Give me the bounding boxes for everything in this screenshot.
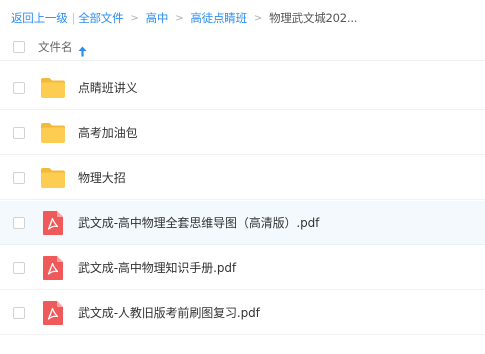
folder-icon	[40, 121, 66, 145]
file-name[interactable]: 高考加油包	[78, 124, 138, 141]
file-name[interactable]: 点睛班讲义	[78, 79, 138, 96]
file-row[interactable]: 武文成-人教旧版考前刷图复习.pdf	[0, 291, 485, 335]
pdf-icon	[40, 210, 66, 235]
row-checkbox[interactable]	[13, 306, 25, 319]
breadcrumb-item-class[interactable]: 高徒点睛班	[190, 10, 247, 26]
file-name[interactable]: 武文成-人教旧版考前刷图复习.pdf	[78, 304, 260, 321]
folder-icon	[40, 76, 66, 100]
row-checkbox[interactable]	[13, 261, 25, 274]
file-row[interactable]: 武文成-高中物理全套思维导图（高清版）.pdf	[0, 201, 485, 245]
row-checkbox[interactable]	[13, 171, 25, 184]
breadcrumb-item-high-school[interactable]: 高中	[146, 10, 169, 26]
breadcrumb: 返回上一级 | 全部文件 > 高中 > 高徒点睛班 > 物理武文城202...	[11, 9, 357, 27]
breadcrumb-arrow: >	[130, 12, 139, 24]
file-row[interactable]: 点睛班讲义	[0, 66, 485, 110]
file-row[interactable]: 武文成-高中物理知识手册.pdf	[0, 246, 485, 290]
file-name[interactable]: 物理大招	[78, 169, 126, 186]
file-list-header: 文件名	[0, 34, 485, 61]
file-row[interactable]: 物理大招	[0, 156, 485, 200]
file-name[interactable]: 武文成-高中物理知识手册.pdf	[78, 259, 236, 276]
file-row[interactable]: 高考加油包	[0, 111, 485, 155]
pdf-icon	[40, 255, 66, 280]
breadcrumb-current: 物理武文城202...	[269, 11, 358, 25]
row-checkbox[interactable]	[13, 216, 25, 229]
file-name[interactable]: 武文成-高中物理全套思维导图（高清版）.pdf	[78, 214, 319, 231]
breadcrumb-divider: |	[71, 11, 76, 25]
back-link[interactable]: 返回上一级	[11, 10, 68, 26]
breadcrumb-arrow: >	[175, 12, 184, 24]
breadcrumb-item-all-files[interactable]: 全部文件	[78, 10, 123, 26]
arrow-up-icon[interactable]	[78, 42, 87, 56]
breadcrumb-arrow: >	[253, 12, 263, 24]
folder-icon	[40, 166, 66, 190]
pdf-icon	[40, 300, 66, 325]
row-checkbox[interactable]	[13, 81, 25, 94]
row-checkbox[interactable]	[13, 126, 25, 139]
name-column-header[interactable]: 文件名	[38, 39, 73, 55]
select-all-checkbox[interactable]	[13, 41, 25, 53]
